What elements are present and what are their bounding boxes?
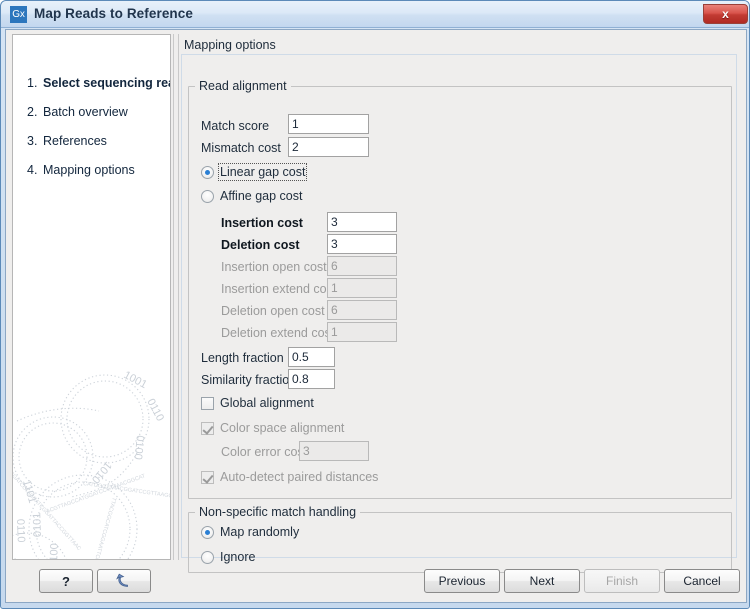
svg-text:1010: 1010 bbox=[12, 557, 18, 560]
svg-text:1100: 1100 bbox=[48, 543, 61, 560]
options-container: Read alignment Match score Mismatch cost… bbox=[181, 54, 737, 573]
dialog-button-bar: ? Previous Next Finish Cancel bbox=[12, 564, 740, 598]
svg-text:0110: 0110 bbox=[14, 519, 27, 543]
step-number: 1. bbox=[27, 76, 38, 90]
similarity-fraction-label: Similarity fraction bbox=[201, 373, 297, 387]
svg-text:0101: 0101 bbox=[31, 512, 44, 537]
svg-text:1101: 1101 bbox=[20, 479, 38, 505]
radio-label: Map randomly bbox=[220, 525, 300, 539]
checkbox-label: Color space alignment bbox=[220, 421, 345, 435]
mismatch-cost-input[interactable] bbox=[288, 137, 369, 157]
svg-text:ACGTTAGCCATGGATCCGTTAACGGCAT: ACGTTAGCCATGGATCCGTTAACGGCAT bbox=[46, 473, 147, 515]
wizard-step-sidebar: 1. Select sequencing reads 2. Batch overvi… bbox=[12, 34, 171, 560]
svg-text:AGCTTAGGCATCGATTACGGCATTAGCC: AGCTTAGGCATCGATTACGGCATTAGCC bbox=[12, 492, 21, 560]
checkbox-global-alignment[interactable]: Global alignment bbox=[201, 396, 314, 410]
window-title: Map Reads to Reference bbox=[34, 6, 193, 21]
radio-indicator-icon bbox=[201, 525, 214, 539]
length-fraction-input[interactable] bbox=[288, 347, 335, 367]
finish-button: Finish bbox=[584, 569, 660, 593]
deletion-cost-label: Deletion cost bbox=[221, 238, 300, 252]
app-logo-icon: Gx bbox=[10, 6, 27, 23]
step-number: 3. bbox=[27, 134, 38, 148]
dialog-body: 1. Select sequencing reads 2. Batch overvi… bbox=[5, 29, 747, 603]
match-score-input[interactable] bbox=[288, 114, 369, 134]
step-label: Mapping options bbox=[43, 163, 135, 177]
deletion-cost-input[interactable] bbox=[327, 234, 397, 254]
map-reads-to-reference-dialog: Gx Map Reads to Reference x 1. Select seq… bbox=[0, 0, 750, 609]
radio-ignore[interactable]: Ignore bbox=[201, 550, 255, 564]
checkbox-indicator-icon bbox=[201, 470, 214, 484]
group-title: Read alignment bbox=[195, 79, 291, 93]
deletion-extend-cost-input bbox=[327, 322, 397, 342]
insertion-cost-label: Insertion cost bbox=[221, 216, 303, 230]
next-button[interactable]: Next bbox=[504, 569, 580, 593]
read-alignment-group: Read alignment Match score Mismatch cost… bbox=[188, 79, 732, 499]
svg-text:TTACGGCATCGGAATTCCGGATTACGCA: TTACGGCATCGGAATTCCGGATTACGCA bbox=[82, 496, 117, 560]
checkbox-indicator-icon bbox=[201, 396, 214, 410]
radio-label: Ignore bbox=[220, 550, 256, 564]
radio-indicator-icon bbox=[201, 550, 214, 564]
insertion-open-cost-label: Insertion open cost bbox=[221, 260, 327, 274]
sidebar-item-select-sequencing-reads[interactable]: 1. Select sequencing reads bbox=[27, 76, 170, 90]
color-error-cost-input bbox=[299, 441, 369, 461]
page-title: Mapping options bbox=[184, 38, 276, 52]
step-number: 2. bbox=[27, 105, 38, 119]
wizard-split-pane: 1. Select sequencing reads 2. Batch overvi… bbox=[12, 34, 740, 573]
sidebar-item-references[interactable]: 3. References bbox=[27, 134, 107, 148]
radio-label: Affine gap cost bbox=[220, 189, 303, 203]
checkbox-color-space-alignment: Color space alignment bbox=[201, 421, 344, 435]
mapping-options-panel: Mapping options Read alignment Match sco… bbox=[179, 34, 740, 573]
radio-affine-gap-cost[interactable]: Affine gap cost bbox=[201, 189, 302, 203]
svg-text:0100: 0100 bbox=[131, 435, 145, 461]
binary-spiral-watermark: 1001 0110 0100 1010 1101 0110 1010 0101 … bbox=[12, 369, 171, 560]
checkbox-indicator-icon bbox=[201, 421, 214, 435]
radio-label: Linear gap cost bbox=[217, 163, 308, 181]
radio-indicator-icon bbox=[201, 165, 214, 179]
mismatch-cost-label: Mismatch cost bbox=[201, 141, 281, 155]
svg-text:GGATCCTAGCATCGGATTACCGGTTAAC: GGATCCTAGCATCGGATTACCGGTTAAC bbox=[12, 470, 82, 552]
similarity-fraction-input[interactable] bbox=[288, 369, 335, 389]
reset-button[interactable] bbox=[97, 569, 151, 593]
radio-linear-gap-cost[interactable]: Linear gap cost bbox=[201, 163, 308, 181]
cancel-button[interactable]: Cancel bbox=[664, 569, 740, 593]
reset-arrow-icon bbox=[98, 572, 150, 593]
color-error-cost-label: Color error cost bbox=[221, 445, 308, 459]
svg-text:CATGGCTTAACGGATCCGTTAAGGCATT: CATGGCTTAACGGATCCGTTAAGGCATT bbox=[83, 481, 171, 502]
match-score-label: Match score bbox=[201, 119, 270, 133]
step-label: References bbox=[43, 134, 107, 148]
deletion-open-cost-label: Deletion open cost bbox=[221, 304, 325, 318]
checkbox-label: Auto-detect paired distances bbox=[220, 470, 379, 484]
step-label: Batch overview bbox=[43, 105, 128, 119]
svg-text:1001: 1001 bbox=[122, 369, 149, 391]
checkbox-label: Global alignment bbox=[220, 396, 314, 410]
deletion-open-cost-input bbox=[327, 300, 397, 320]
insertion-extend-cost-input bbox=[327, 278, 397, 298]
title-bar[interactable]: Gx Map Reads to Reference x bbox=[1, 1, 749, 28]
svg-text:0110: 0110 bbox=[144, 397, 166, 424]
insertion-cost-input[interactable] bbox=[327, 212, 397, 232]
step-label: Select sequencing reads bbox=[43, 76, 170, 90]
radio-indicator-icon bbox=[201, 189, 214, 203]
previous-button[interactable]: Previous bbox=[424, 569, 500, 593]
step-number: 4. bbox=[27, 163, 38, 177]
close-icon: x bbox=[722, 7, 729, 21]
radio-map-randomly[interactable]: Map randomly bbox=[201, 525, 299, 539]
length-fraction-label: Length fraction bbox=[201, 351, 284, 365]
close-button[interactable]: x bbox=[703, 4, 748, 24]
svg-text:1010: 1010 bbox=[89, 459, 114, 485]
insertion-extend-cost-label: Insertion extend cost bbox=[221, 282, 337, 296]
sidebar-item-batch-overview[interactable]: 2. Batch overview bbox=[27, 105, 128, 119]
insertion-open-cost-input bbox=[327, 256, 397, 276]
group-title: Non-specific match handling bbox=[195, 505, 361, 519]
checkbox-auto-detect-paired-distances: Auto-detect paired distances bbox=[201, 470, 378, 484]
help-button[interactable]: ? bbox=[39, 569, 93, 593]
deletion-extend-cost-label: Deletion extend cost bbox=[221, 326, 335, 340]
non-specific-match-handling-group: Non-specific match handling Map randomly… bbox=[188, 505, 732, 573]
sidebar-item-mapping-options[interactable]: 4. Mapping options bbox=[27, 163, 135, 177]
